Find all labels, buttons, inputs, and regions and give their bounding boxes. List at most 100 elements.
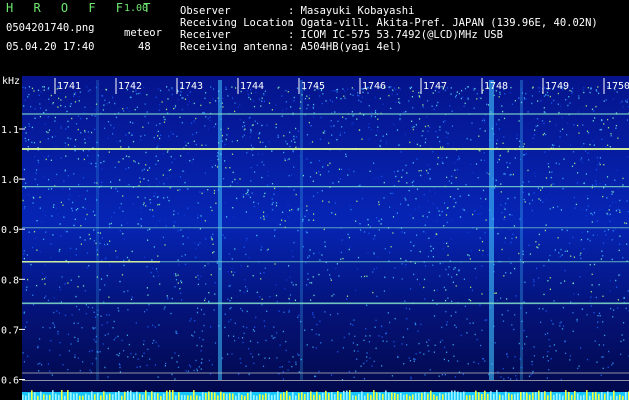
noise-speckle [70, 279, 72, 281]
noise-speckle [279, 223, 281, 226]
noise-speckle [33, 197, 35, 199]
bottom-band-tick [286, 390, 288, 400]
noise-speckle [480, 97, 482, 100]
noise-speckle [393, 123, 395, 126]
noise-speckle [34, 117, 36, 119]
noise-speckle [37, 363, 39, 365]
frequency-tick-label: 0.6 [1, 376, 19, 387]
noise-speckle [37, 345, 39, 347]
noise-speckle [134, 161, 136, 163]
noise-speckle [537, 187, 539, 189]
noise-speckle [540, 321, 542, 323]
noise-speckle [108, 151, 110, 153]
noise-speckle [612, 191, 614, 193]
noise-speckle [451, 125, 454, 127]
noise-speckle [533, 355, 535, 357]
noise-speckle [143, 352, 145, 354]
noise-speckle [463, 105, 465, 108]
noise-speckle [91, 307, 94, 309]
noise-speckle [545, 94, 547, 96]
noise-speckle [474, 267, 476, 270]
noise-speckle [477, 362, 480, 365]
bottom-band-tick [274, 394, 276, 400]
noise-speckle [203, 324, 205, 327]
noise-speckle [71, 314, 73, 316]
noise-speckle [77, 115, 79, 117]
noise-speckle [24, 206, 26, 208]
noise-speckle [445, 289, 447, 291]
noise-speckle [266, 171, 269, 173]
noise-speckle [446, 176, 448, 179]
noise-speckle [319, 320, 321, 322]
noise-speckle [82, 177, 84, 179]
noise-speckle [500, 297, 502, 299]
noise-speckle [49, 370, 51, 372]
noise-speckle [128, 146, 130, 148]
noise-speckle [157, 204, 159, 206]
noise-speckle [324, 245, 326, 248]
noise-speckle [344, 90, 346, 92]
noise-speckle [129, 121, 131, 123]
noise-speckle [276, 300, 278, 303]
noise-speckle [454, 169, 456, 171]
noise-speckle [282, 211, 284, 213]
noise-speckle [196, 131, 198, 134]
noise-speckle [467, 254, 469, 256]
noise-speckle [573, 293, 575, 295]
noise-speckle [354, 335, 356, 337]
bottom-band-tick [586, 390, 588, 400]
noise-speckle [321, 102, 323, 105]
noise-speckle [184, 254, 186, 256]
noise-speckle [591, 108, 594, 110]
noise-speckle [64, 314, 67, 317]
bottom-band-tick [538, 390, 540, 400]
noise-speckle [250, 132, 252, 134]
noise-speckle [242, 325, 244, 328]
noise-speckle [564, 341, 566, 343]
noise-speckle [86, 252, 89, 254]
bottom-band-tick [283, 392, 285, 400]
noise-speckle [158, 181, 160, 184]
noise-speckle [64, 105, 66, 108]
noise-speckle [578, 132, 580, 134]
noise-speckle [163, 121, 166, 123]
noise-speckle [212, 88, 215, 90]
bottom-band-tick [346, 390, 348, 400]
noise-speckle [564, 250, 566, 252]
noise-speckle [427, 164, 429, 166]
noise-speckle [215, 202, 217, 204]
bottom-band-tick [397, 394, 399, 400]
noise-speckle [332, 182, 334, 184]
noise-speckle [158, 203, 161, 206]
noise-speckle [273, 326, 275, 328]
noise-speckle [313, 252, 315, 255]
bottom-band-tick [433, 394, 435, 400]
noise-speckle [122, 210, 124, 212]
noise-speckle [125, 168, 127, 170]
bottom-band-tick [475, 390, 477, 400]
noise-speckle [168, 135, 170, 137]
noise-speckle [569, 102, 571, 104]
noise-speckle [307, 278, 309, 281]
noise-speckle [336, 89, 338, 91]
noise-speckle [532, 86, 534, 88]
noise-speckle [45, 231, 47, 233]
noise-speckle [545, 224, 547, 226]
noise-speckle [202, 111, 204, 114]
noise-speckle [94, 214, 96, 216]
bottom-band-tick [85, 393, 87, 400]
bottom-band-tick [520, 392, 522, 400]
noise-speckle [88, 149, 90, 152]
noise-speckle [503, 378, 505, 380]
noise-speckle [256, 234, 258, 237]
noise-speckle [99, 289, 101, 291]
noise-speckle [580, 257, 582, 260]
noise-speckle [414, 322, 416, 324]
noise-speckle [173, 210, 175, 212]
noise-speckle [119, 207, 121, 209]
noise-speckle [239, 103, 241, 106]
noise-speckle [580, 159, 582, 161]
noise-speckle [252, 356, 254, 358]
bottom-band-tick [409, 395, 411, 400]
noise-speckle [213, 309, 215, 311]
